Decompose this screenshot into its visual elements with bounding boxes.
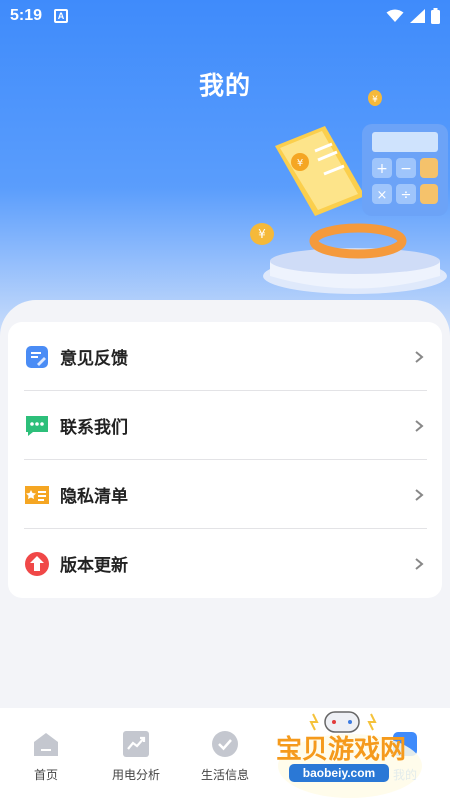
status-time: 5:19 bbox=[10, 7, 43, 24]
wifi-icon bbox=[386, 9, 404, 22]
tab-label: 首页 bbox=[33, 768, 58, 782]
menu-item-privacy[interactable]: 隐私清单 bbox=[24, 460, 427, 529]
tab-home[interactable]: 首页 bbox=[28, 708, 64, 800]
tab-label: 用电分析 bbox=[111, 768, 160, 782]
svg-text:¥: ¥ bbox=[372, 95, 378, 105]
header-banner: 5:19 A 我的 ¥ ¥ ¥ + − × ÷ bbox=[0, 0, 450, 340]
settings-menu: 意见反馈 联系我们 隐私清单 版本更新 bbox=[8, 322, 442, 598]
status-bar: 5:19 A bbox=[0, 0, 450, 32]
menu-item-contact[interactable]: 联系我们 bbox=[24, 391, 427, 460]
finance-illustration: ¥ ¥ ¥ + − × ÷ bbox=[250, 90, 448, 294]
a-notification-icon: A bbox=[54, 9, 69, 23]
watermark-url: baobeiy.com bbox=[303, 766, 375, 780]
svg-text:÷: ÷ bbox=[401, 188, 412, 203]
svg-text:+: + bbox=[376, 161, 388, 177]
tab-life-info[interactable]: 生活信息 bbox=[197, 708, 253, 800]
chevron-right-icon bbox=[415, 488, 424, 501]
home-icon bbox=[34, 733, 58, 756]
chevron-right-icon bbox=[415, 350, 424, 363]
feedback-icon bbox=[24, 344, 50, 370]
chevron-right-icon bbox=[415, 419, 424, 432]
tab-analysis[interactable]: 用电分析 bbox=[108, 708, 164, 800]
svg-text:−: − bbox=[400, 161, 412, 177]
svg-text:¥: ¥ bbox=[297, 158, 303, 169]
menu-item-label: 联系我们 bbox=[60, 418, 128, 438]
menu-item-feedback[interactable]: 意见反馈 bbox=[24, 322, 427, 391]
tab-label: 生活信息 bbox=[200, 768, 249, 782]
watermark-logo: 宝贝游戏网 baobeiy.com bbox=[276, 711, 422, 798]
check-icon bbox=[212, 731, 238, 757]
menu-item-label: 版本更新 bbox=[60, 556, 128, 576]
menu-item-update[interactable]: 版本更新 bbox=[24, 529, 427, 598]
chart-icon bbox=[123, 731, 149, 757]
signal-icon bbox=[410, 9, 425, 23]
update-icon bbox=[24, 551, 50, 577]
chevron-right-icon bbox=[415, 557, 424, 570]
chat-icon bbox=[24, 413, 50, 439]
watermark-title: 宝贝游戏网 bbox=[276, 734, 406, 765]
svg-text:¥: ¥ bbox=[258, 227, 266, 241]
menu-item-label: 意见反馈 bbox=[60, 349, 128, 369]
status-icons bbox=[386, 8, 440, 24]
battery-icon bbox=[431, 8, 440, 24]
menu-item-label: 隐私清单 bbox=[60, 487, 128, 507]
privacy-icon bbox=[24, 482, 50, 508]
svg-text:×: × bbox=[377, 188, 388, 203]
